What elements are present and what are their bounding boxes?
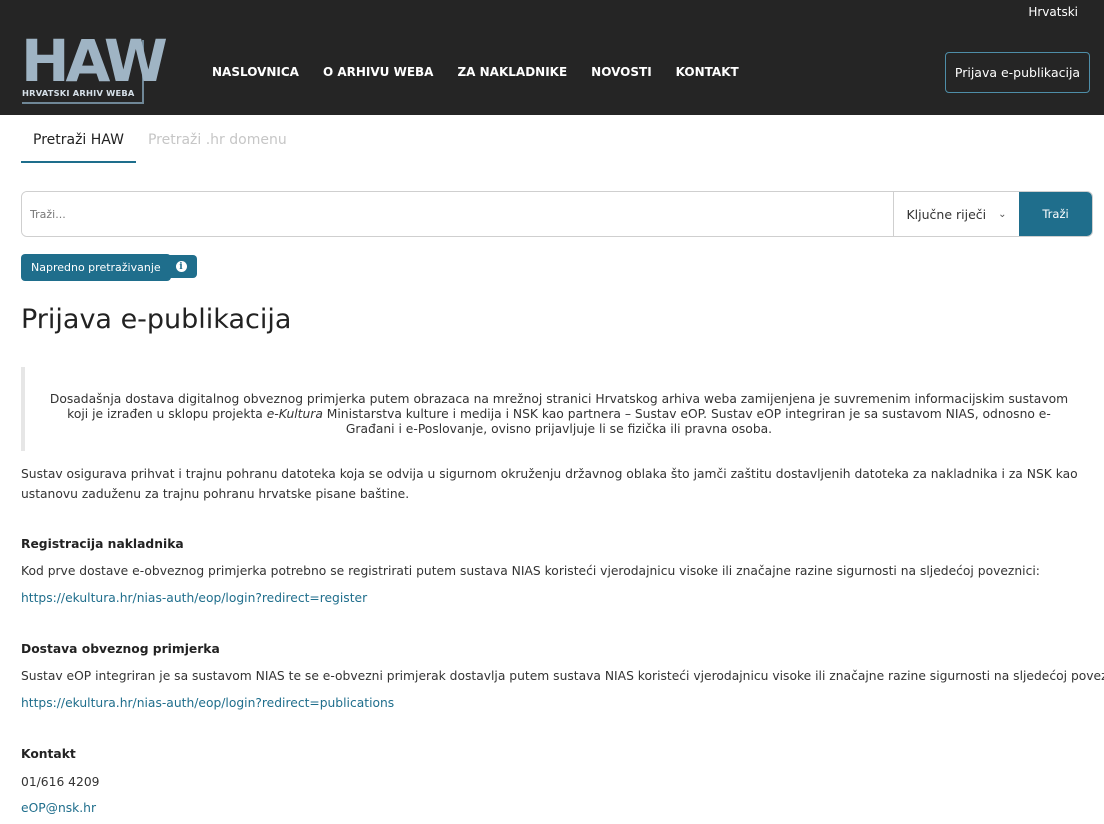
tab-search-haw[interactable]: Pretraži HAW: [21, 122, 136, 163]
contact-email-link[interactable]: eOP@nsk.hr: [21, 801, 96, 815]
search-tabs: Pretraži HAW Pretraži .hr domenu: [21, 122, 299, 164]
info-button[interactable]: i: [165, 255, 197, 278]
registration-text: Kod prve dostave e-obveznog primjerka po…: [21, 564, 1040, 578]
logo-text: HAW: [21, 27, 168, 95]
nav-item-novosti[interactable]: NOVOSTI: [591, 65, 652, 79]
search-input[interactable]: [22, 192, 893, 236]
search-type-select[interactable]: Ključne riječi ⌄: [893, 192, 1019, 236]
nav-item-kontakt[interactable]: KONTAKT: [676, 65, 739, 79]
registration-heading: Registracija nakladnika: [21, 537, 184, 551]
delivery-heading: Dostava obveznog primjerka: [21, 642, 220, 656]
quote-emphasis: e-Kultura: [266, 407, 323, 421]
nav-item-za-nakladnike[interactable]: ZA NAKLADNIKE: [457, 65, 567, 79]
language-selector[interactable]: Hrvatski: [1028, 5, 1078, 19]
main-nav: NASLOVNICA O ARHIVU WEBA ZA NAKLADNIKE N…: [212, 65, 763, 79]
contact-phone: 01/616 4209: [21, 775, 100, 789]
contact-heading: Kontakt: [21, 747, 76, 761]
nav-item-naslovnica[interactable]: NASLOVNICA: [212, 65, 299, 79]
quote-text-part2: Ministarstva kulture i medija i NSK kao …: [322, 407, 1051, 436]
search-bar: Ključne riječi ⌄ Traži: [21, 191, 1093, 237]
chevron-down-icon: ⌄: [998, 208, 1007, 220]
intro-paragraph: Sustav osigurava prihvat i trajnu pohran…: [21, 467, 1078, 501]
site-header: Hrvatski HAW HRVATSKI ARHIV WEBA NASLOVN…: [0, 0, 1104, 115]
logo-subtitle: HRVATSKI ARHIV WEBA: [22, 88, 135, 98]
search-type-value: Ključne riječi: [906, 206, 987, 222]
delivery-text: Sustav eOP integriran je sa sustavom NIA…: [21, 669, 1104, 683]
intro-blockquote: Dosadašnja dostava digitalnog obveznog p…: [21, 367, 1083, 451]
nav-item-o-arhivu-weba[interactable]: O ARHIVU WEBA: [323, 65, 434, 79]
registration-link[interactable]: https://ekultura.hr/nias-auth/eop/login?…: [21, 591, 367, 605]
page-title: Prijava e-publikacija: [21, 304, 292, 335]
advanced-search-button[interactable]: Napredno pretraživanje: [21, 254, 171, 281]
info-icon: i: [175, 261, 187, 272]
login-e-publication-button[interactable]: Prijava e-publikacija: [945, 52, 1090, 93]
search-button[interactable]: Traži: [1019, 192, 1092, 236]
haw-logo[interactable]: HAW HRVATSKI ARHIV WEBA: [21, 32, 168, 104]
delivery-link[interactable]: https://ekultura.hr/nias-auth/eop/login?…: [21, 696, 394, 710]
tab-search-hr-domain[interactable]: Pretraži .hr domenu: [136, 122, 299, 163]
